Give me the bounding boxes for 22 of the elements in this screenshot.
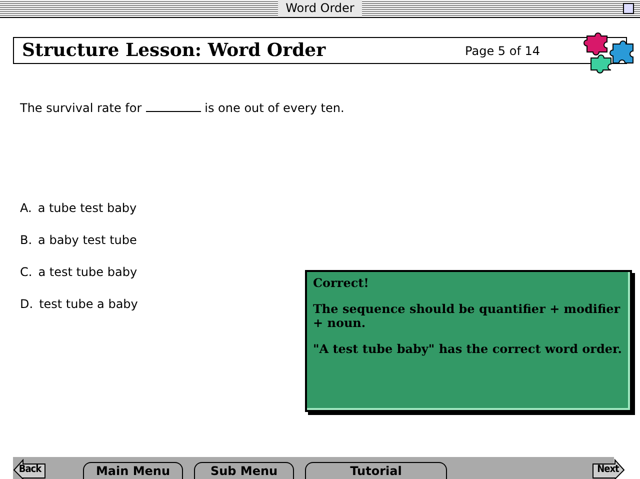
answer-option[interactable]: a tube test baby [38,201,137,216]
question-text: is one out of every ten. [204,101,344,115]
option-letter[interactable]: D. [20,297,34,312]
menu-tab[interactable]: Tutorial [305,462,447,479]
answer-option[interactable]: test tube a baby [39,297,138,312]
question-text: The survival rate for [20,101,142,115]
answer-option[interactable]: a baby test tube [38,233,137,248]
lesson-title: Structure Lesson: Word Order [22,40,327,61]
next-button[interactable]: Next [591,457,625,479]
feedback-heading: Correct! [313,276,370,290]
option-letter[interactable]: B. [20,233,32,248]
back-button[interactable]: Back [13,457,47,479]
menu-tab[interactable]: Sub Menu [194,462,294,479]
feedback-text: The sequence should be quantifier + modifier + noun. [313,302,622,330]
window-title: Word Order [278,0,362,17]
menu-tab[interactable]: Main Menu [83,462,183,479]
answer-option[interactable]: a test tube baby [38,265,138,280]
page-counter: Page 5 of 14 [465,44,540,58]
option-letter[interactable]: C. [20,265,32,280]
zoom-box-icon[interactable] [623,3,634,14]
feedback-text: "A test tube baby" has the correct word order. [313,342,623,356]
option-letter[interactable]: A. [20,201,32,216]
